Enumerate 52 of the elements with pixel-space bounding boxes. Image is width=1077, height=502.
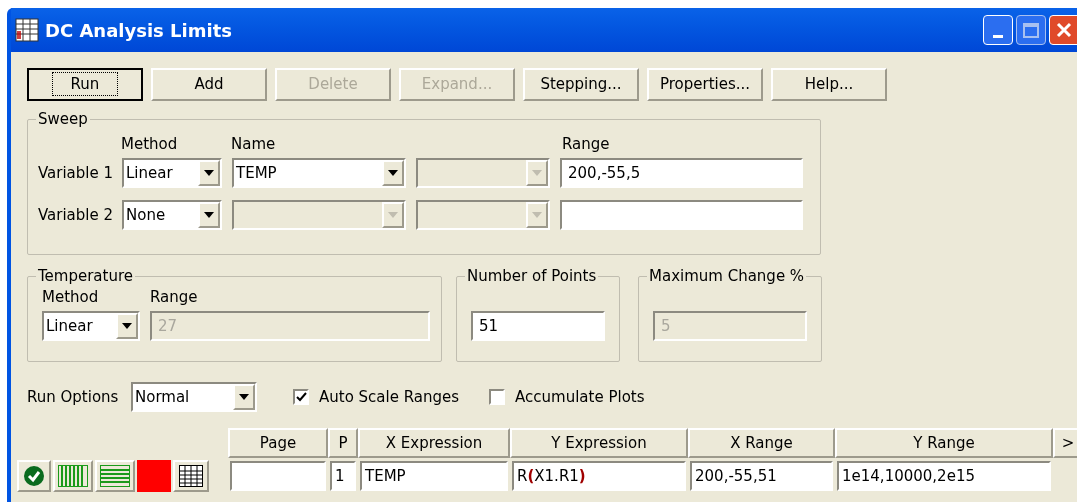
column-header[interactable]: > [1053, 428, 1077, 458]
toolbar-button[interactable]: Properties... [647, 68, 763, 101]
group-title: Temperature [36, 266, 136, 286]
range-field[interactable]: 200,-55,5 [560, 158, 803, 188]
points-field[interactable]: 51 [471, 311, 605, 341]
color-swatch[interactable] [137, 460, 171, 492]
method-dropdown[interactable]: None [122, 200, 222, 230]
column-header[interactable]: P [328, 428, 358, 458]
range-field[interactable] [560, 200, 803, 230]
checkbox-label: Auto Scale Ranges [319, 386, 460, 408]
table-cell[interactable]: R(X1.R1) [512, 461, 686, 491]
checkbox[interactable] [293, 389, 309, 405]
minimize-button[interactable] [983, 15, 1013, 45]
column-header[interactable]: Y Expression [510, 428, 688, 458]
window-title: DC Analysis Limits [45, 18, 232, 43]
toolbar-button[interactable]: Help... [771, 68, 887, 101]
method-dropdown[interactable]: Linear [122, 158, 222, 188]
vertical-grid-icon[interactable] [53, 460, 93, 492]
name-dropdown[interactable]: TEMP [232, 158, 406, 188]
checkbox[interactable] [489, 389, 506, 405]
table-cell[interactable] [230, 461, 326, 491]
toolbar-button[interactable]: Stepping... [523, 68, 639, 101]
table-cell[interactable]: 1e14,10000,2e15 [837, 461, 1051, 491]
method-label: Method [42, 287, 100, 307]
column-label: Name [231, 134, 277, 154]
range-label: Range [150, 287, 198, 307]
close-icon [1056, 22, 1072, 38]
checkbox-label: Accumulate Plots [515, 386, 645, 408]
toolbar-button[interactable]: Add [151, 68, 267, 101]
table-cell[interactable]: 1 [330, 461, 356, 491]
column-header[interactable]: Page [228, 428, 328, 458]
method-dropdown[interactable]: Linear [42, 311, 140, 341]
column-header[interactable]: X Expression [358, 428, 510, 458]
table-icon[interactable] [173, 460, 209, 492]
table-cell[interactable]: 200,-55,51 [690, 461, 833, 491]
group-title: Maximum Change % [647, 266, 807, 286]
maximize-button[interactable] [1016, 15, 1046, 45]
check-icon[interactable] [17, 460, 51, 492]
run-options-label: Run Options [27, 386, 120, 408]
column-header[interactable]: X Range [688, 428, 835, 458]
table-icon [15, 18, 39, 42]
run-options-dropdown[interactable]: Normal [131, 382, 257, 412]
column-label: Range [562, 134, 610, 154]
close-button[interactable] [1049, 15, 1077, 45]
variable-label: Variable 2 [38, 204, 112, 226]
horizontal-grid-icon[interactable] [95, 460, 135, 492]
variable-label: Variable 1 [38, 162, 112, 184]
table-cell[interactable]: TEMP [360, 461, 508, 491]
column-header[interactable]: Y Range [835, 428, 1053, 458]
column-label: Method [121, 134, 179, 154]
toolbar-button[interactable]: Run [27, 68, 143, 101]
group-title: Sweep [36, 109, 90, 129]
